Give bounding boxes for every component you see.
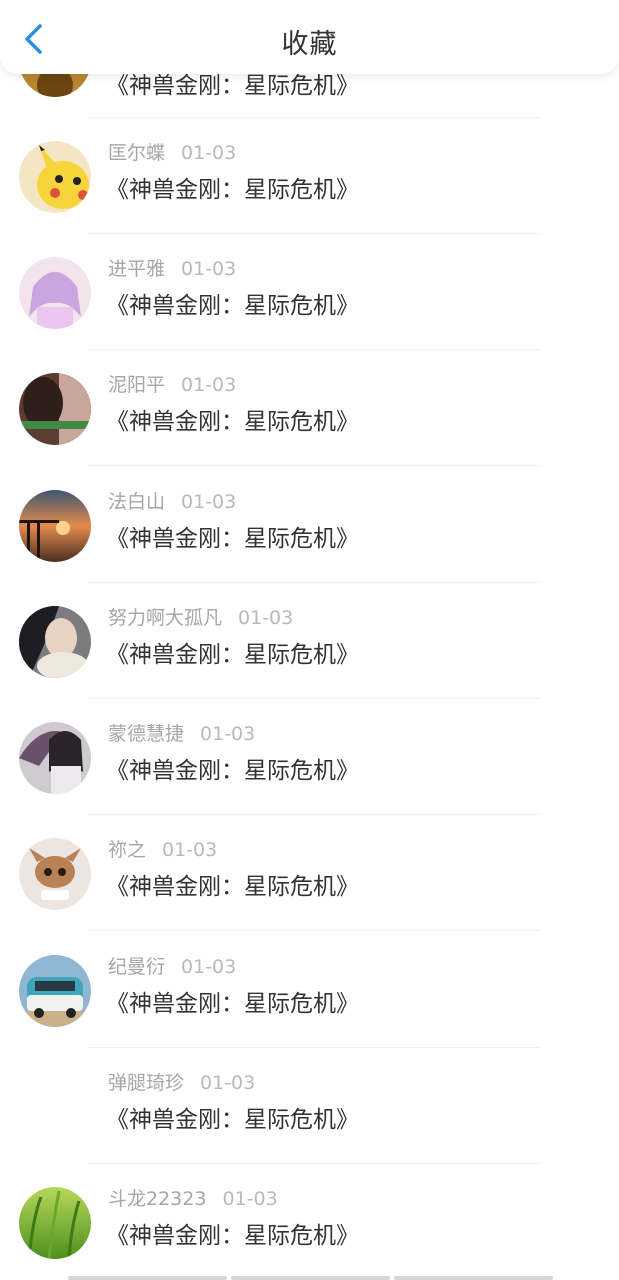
list-item[interactable]: 纪曼衍 01-03 《神兽金刚：星际危机》 — [0, 932, 619, 1048]
item-title: 《神兽金刚：星际危机》 — [106, 293, 359, 319]
user-name[interactable]: 匡尔蝶 — [108, 142, 165, 164]
user-name[interactable]: 努力啊大孤凡 — [108, 607, 222, 629]
item-title: 《神兽金刚：星际危机》 — [106, 874, 359, 900]
avatar — [19, 490, 91, 562]
avatar — [19, 141, 91, 213]
list-item[interactable]: 法白山 01-03 《神兽金刚：星际危机》 — [0, 467, 619, 583]
item-date: 01-03 — [162, 839, 218, 861]
divider — [88, 465, 541, 466]
item-title: 《神兽金刚：星际危机》 — [106, 409, 359, 435]
item-title: 《神兽金刚：星际危机》 — [106, 991, 359, 1017]
item-title: 《神兽金刚：星际危机》 — [106, 758, 359, 784]
list-item[interactable]: 斗龙22323 01-03 《神兽金刚：星际危机》 — [0, 1164, 619, 1280]
list-item[interactable]: 弹腿琦珍 01-03 《神兽金刚：星际危机》 — [0, 1048, 619, 1164]
item-date: 01-03 — [181, 142, 237, 164]
item-date: 01-03 — [200, 1072, 256, 1094]
bottom-edge — [68, 1276, 553, 1280]
item-date: 01-03 — [181, 491, 237, 513]
item-meta: 斗龙22323 01-03 — [108, 1184, 278, 1211]
list-item[interactable]: 匡尔蝶 01-03 《神兽金刚：星际危机》 — [0, 118, 619, 234]
list-item[interactable]: 祢之 01-03 《神兽金刚：星际危机》 — [0, 815, 619, 931]
item-meta: 泥阳平 01-03 — [108, 370, 236, 397]
avatar — [19, 1187, 91, 1259]
user-name[interactable]: 蒙德慧捷 — [108, 723, 184, 745]
item-title: 《神兽金刚：星际危机》 — [106, 642, 359, 668]
user-name[interactable]: 纪曼衍 — [108, 956, 165, 978]
item-meta: 努力啊大孤凡 01-03 — [108, 603, 293, 630]
user-name[interactable]: 斗龙22323 — [108, 1188, 206, 1210]
item-date: 01-03 — [181, 258, 237, 280]
item-meta: 匡尔蝶 01-03 — [108, 138, 236, 165]
list-item[interactable]: 努力啊大孤凡 01-03 《神兽金刚：星际危机》 — [0, 583, 619, 699]
avatar — [19, 606, 91, 678]
nav-bar: 收藏 — [0, 0, 619, 74]
list-item[interactable]: 泥阳平 01-03 《神兽金刚：星际危机》 — [0, 350, 619, 466]
avatar — [19, 955, 91, 1027]
user-name[interactable]: 进平雅 — [108, 258, 165, 280]
item-date: 01-03 — [200, 723, 256, 745]
list-item[interactable]: 蒙德慧捷 01-03 《神兽金刚：星际危机》 — [0, 699, 619, 815]
avatar — [19, 838, 91, 910]
avatar — [19, 373, 91, 445]
item-meta: 法白山 01-03 — [108, 487, 236, 514]
list-item[interactable]: 进平雅 01-03 《神兽金刚：星际危机》 — [0, 234, 619, 350]
item-meta: 蒙德慧捷 01-03 — [108, 719, 255, 746]
item-meta: 进平雅 01-03 — [108, 254, 236, 281]
user-name[interactable]: 法白山 — [108, 491, 165, 513]
item-title: 《神兽金刚：星际危机》 — [106, 526, 359, 552]
user-name[interactable]: 泥阳平 — [108, 374, 165, 396]
item-meta: 纪曼衍 01-03 — [108, 952, 236, 979]
item-title: 《神兽金刚：星际危机》 — [106, 177, 359, 203]
user-name[interactable]: 祢之 — [108, 839, 146, 861]
item-meta: 祢之 01-03 — [108, 835, 217, 862]
divider — [88, 930, 541, 931]
item-title: 《神兽金刚：星际危机》 — [106, 1107, 359, 1133]
user-name[interactable]: 弹腿琦珍 — [108, 1072, 184, 1094]
item-title: 《神兽金刚：星际危机》 — [106, 1223, 359, 1249]
avatar — [19, 722, 91, 794]
page-title: 收藏 — [281, 29, 338, 60]
item-date: 01-03 — [181, 374, 237, 396]
item-date: 01-03 — [181, 956, 237, 978]
item-date: 01-03 — [238, 607, 294, 629]
item-meta: 弹腿琦珍 01-03 — [108, 1068, 255, 1095]
item-date: 01-03 — [222, 1188, 278, 1210]
avatar — [19, 257, 91, 329]
